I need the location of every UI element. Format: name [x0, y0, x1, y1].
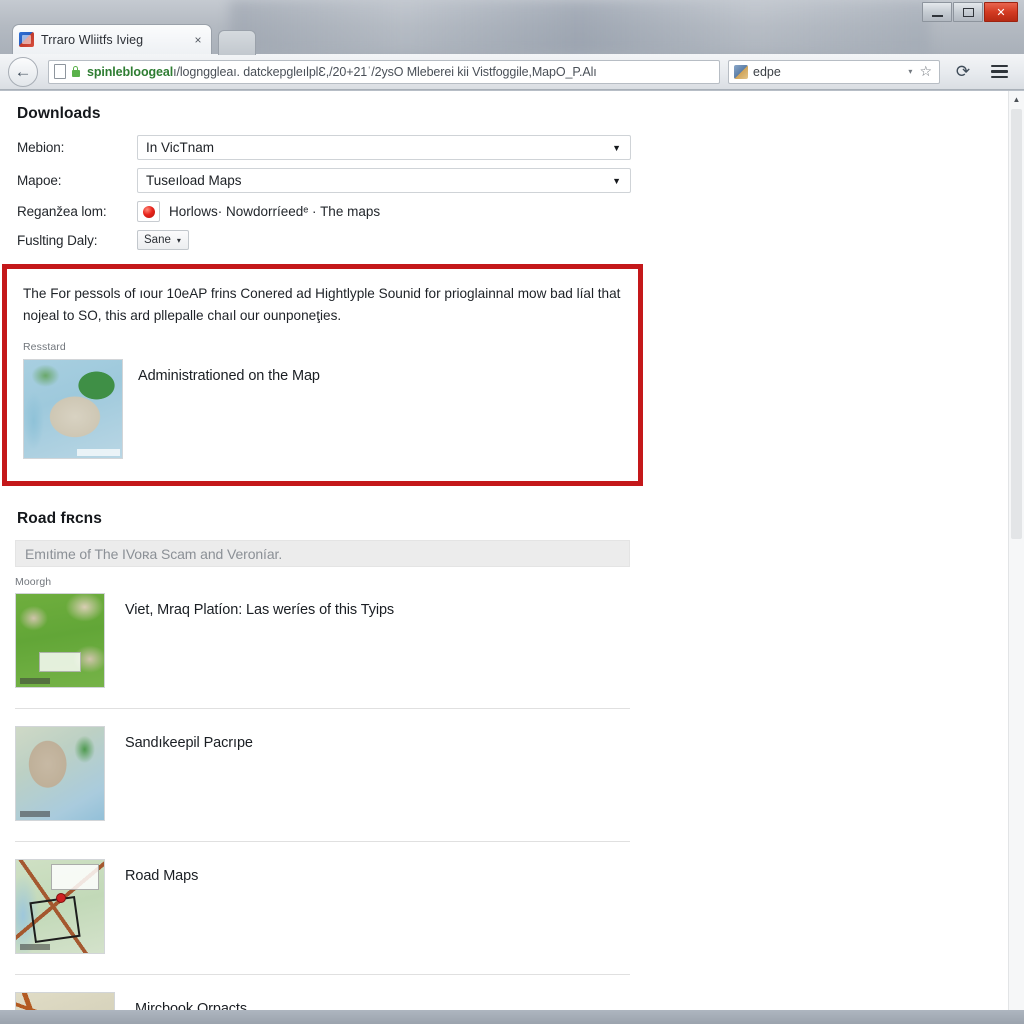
map-thumbnail-icon[interactable]	[15, 593, 105, 688]
back-arrow-icon: ←	[14, 62, 32, 81]
search-engine-icon	[734, 64, 748, 79]
chevron-down-icon: ▾	[176, 235, 181, 245]
callout-item-title: Administrationed on the Map	[138, 368, 320, 384]
maptype-select[interactable]: Tuseıload Maps ▼	[137, 168, 631, 193]
menu-icon-line	[990, 64, 1008, 68]
restore-icon	[962, 7, 974, 17]
list-item[interactable]: Sandıkeepil Pacrıpe	[15, 709, 630, 842]
quality-dropdown-button[interactable]: Sane ▾	[137, 230, 189, 250]
quality-label: Fuslting Daly:	[17, 232, 98, 248]
page-icon	[54, 64, 66, 79]
filter-bar[interactable]: Emıtime of The IVoʀa Scam and Veroníar.	[15, 540, 630, 567]
map-thumbnail-icon[interactable]	[15, 859, 105, 954]
search-value: edpe	[753, 64, 781, 79]
form-row-radio: Reganžea lom: Horlows· Nowdorríeedᵉ · Th…	[17, 201, 1010, 222]
thumbnail-legend	[38, 651, 82, 673]
region-select-value: In VicTnam	[146, 140, 215, 155]
list-item-title: Sandıkeepil Pacrıpe	[125, 735, 253, 751]
radio-option-button[interactable]	[137, 201, 160, 222]
tab-title: Trraro Wliitfs Ivieg	[41, 32, 144, 47]
thumbnail-watermark	[76, 449, 120, 456]
page-viewport: Downloads Mebion: In VicTnam ▼ Mapoe: Tu…	[0, 91, 1024, 1024]
menu-button[interactable]	[986, 59, 1012, 85]
url-text: spinlebloogealı/lognggleaı. datckepgleıl…	[87, 65, 714, 79]
address-bar[interactable]: spinlebloogealı/lognggleaı. datckepgleıl…	[48, 59, 720, 84]
radio-option-label: Horlows· Nowdorríeedᵉ · The maps	[169, 204, 381, 219]
minimize-icon	[931, 14, 943, 17]
page-title: Downloads	[17, 105, 101, 122]
quality-dropdown-value: Sane	[144, 234, 171, 246]
search-input[interactable]: edpe ▾ ☆	[728, 59, 940, 84]
chevron-down-icon[interactable]: ▾	[908, 67, 912, 76]
maptype-label: Mapoe:	[17, 173, 62, 188]
radio-row-label: Reganžea lom:	[17, 204, 107, 219]
reload-icon: ⟳	[955, 61, 971, 81]
browser-tab[interactable]: Trraro Wliitfs Ivieg ×	[12, 24, 212, 54]
list-item-small-label: Moorgh	[15, 576, 52, 588]
thumbnail-route	[29, 896, 81, 944]
road-section-heading: Road fʀcns	[17, 510, 102, 527]
window-controls: ✕	[922, 2, 1018, 22]
chevron-down-icon: ▼	[612, 175, 621, 186]
restore-button[interactable]	[953, 2, 983, 22]
menu-icon-line	[990, 75, 1008, 79]
scroll-up-arrow-icon[interactable]: ▲	[1009, 91, 1024, 107]
scrollbar-thumb[interactable]	[1011, 109, 1022, 539]
thumbnail-watermark	[20, 811, 50, 817]
menu-icon-line	[990, 70, 1008, 73]
page-content: Downloads Mebion: In VicTnam ▼ Mapoe: Tu…	[0, 91, 1010, 1024]
chevron-down-icon: ▼	[612, 142, 621, 153]
tab-close-icon[interactable]: ×	[191, 33, 205, 47]
url-host: spinlebloogeal	[87, 64, 174, 79]
new-tab-button[interactable]	[218, 30, 256, 55]
map-thumbnail-icon[interactable]	[15, 726, 105, 821]
callout-small-label: Resstard	[23, 341, 66, 353]
lock-icon	[70, 65, 81, 78]
road-section: Road fʀcns Emıtime of The IVoʀa Scam and…	[0, 510, 1010, 1024]
favicon-icon	[19, 32, 34, 47]
url-path: ı/lognggleaı. datckepgleılplƐ,/20+21ˈ/2y…	[173, 64, 597, 79]
callout-paragraph: The For pessols of ıour 10eAP frins Cone…	[23, 286, 621, 323]
region-label: Mebion:	[17, 140, 65, 155]
filter-bar-text: Emıtime of The IVoʀa Scam and Veroníar.	[25, 545, 283, 562]
form-row-quality: Fuslting Daly: Sane ▾	[17, 230, 1010, 250]
list-item-title: Road Maps	[125, 868, 199, 884]
browser-window: ✕ Trraro Wliitfs Ivieg × ← spinlebloogea…	[0, 0, 1024, 1024]
thumbnail-legend	[51, 863, 99, 890]
list-item[interactable]: Moorgh Viet, Mraq Platíon: Las weríes of…	[15, 576, 630, 709]
minimize-button[interactable]	[922, 2, 952, 22]
list-item-title: Viet, Mraq Platíon: Las weríes of this T…	[125, 602, 395, 618]
list-item[interactable]: Road Maps	[15, 842, 630, 975]
close-button[interactable]: ✕	[984, 2, 1018, 22]
map-thumbnail-icon[interactable]	[23, 359, 123, 459]
callout-item[interactable]: Administrationed on the Map	[23, 359, 622, 459]
radio-group: Horlows· Nowdorríeedᵉ · The maps	[137, 201, 380, 222]
thumbnail-watermark	[20, 678, 50, 684]
reload-button[interactable]: ⟳	[950, 59, 976, 85]
region-select[interactable]: In VicTnam ▼	[137, 135, 631, 160]
maptype-select-value: Tuseıload Maps	[146, 173, 242, 188]
red-dot-icon	[142, 205, 155, 218]
browser-toolbar: ← spinlebloogealı/lognggleaı. datckepgle…	[0, 54, 1024, 90]
highlighted-callout: The For pessols of ıour 10eAP frins Cone…	[2, 264, 643, 486]
vertical-scrollbar[interactable]: ▲	[1008, 91, 1024, 1024]
form-row-region: Mebion: In VicTnam ▼	[17, 135, 1010, 160]
back-button[interactable]: ←	[8, 56, 38, 87]
thumbnail-watermark	[20, 944, 50, 950]
close-icon: ✕	[996, 6, 1006, 19]
window-bottom-frame	[0, 1010, 1024, 1024]
form-row-maptype: Mapoe: Tuseıload Maps ▼	[17, 168, 1010, 193]
star-icon[interactable]: ☆	[919, 63, 932, 80]
